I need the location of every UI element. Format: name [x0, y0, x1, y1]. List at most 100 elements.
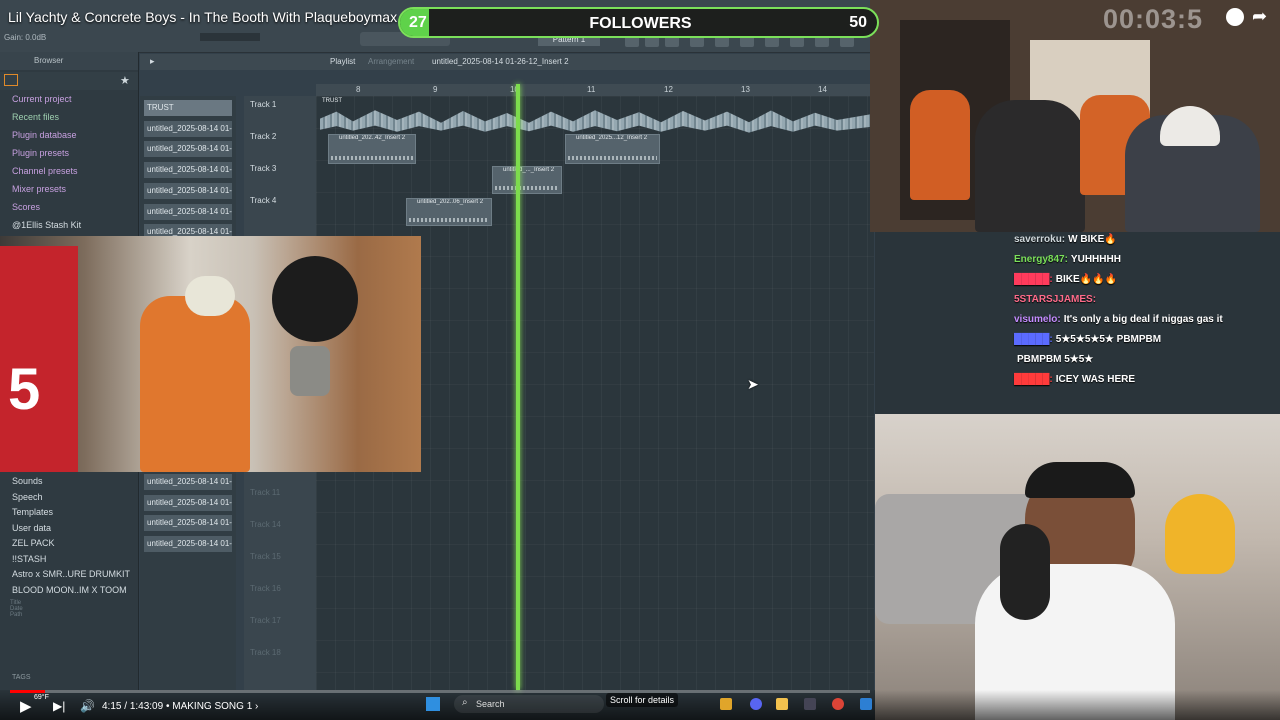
clip-waveform [568, 156, 657, 160]
chat-username[interactable]: saverroku: [1014, 234, 1065, 245]
app-taskbar-icon[interactable] [860, 698, 872, 710]
pattern-item[interactable]: untitled_2025-08-14 01- [144, 182, 232, 199]
app-taskbar-icon[interactable] [804, 698, 816, 710]
master-volume-slider[interactable] [200, 33, 260, 41]
audio-clip[interactable]: untitled_202..06_Insert 2 [406, 198, 492, 226]
audio-clip[interactable]: untitled_202..42_Insert 2 [328, 134, 416, 164]
share-icon[interactable]: ➦ [1252, 6, 1267, 27]
chrome-taskbar-icon[interactable] [832, 698, 844, 710]
taskbar-search-label: Search [476, 699, 505, 709]
folder-taskbar-icon[interactable] [776, 698, 788, 710]
timeline-ruler[interactable]: 8 9 10 11 12 13 14 [316, 84, 874, 96]
browser-item[interactable]: Plugin presets [12, 148, 69, 158]
file-info: Title Date Path [10, 600, 23, 618]
browser-item[interactable]: ZEL PACK [12, 538, 55, 548]
pattern-item[interactable]: untitled_2025-08-14 01- [144, 203, 232, 220]
playlist-header: ▸ Playlist Arrangement untitled_2025-08-… [140, 54, 875, 70]
clip-waveform [331, 156, 413, 160]
clip-label: untitled_202..42_Insert 2 [339, 135, 406, 141]
audio-clip[interactable]: untitled_2025...12_Insert 2 [565, 134, 660, 164]
time-display: 4:15 / 1:43:09 • MAKING SONG 1 › [102, 701, 258, 712]
browser-item[interactable]: Speech [12, 492, 43, 502]
chat-text: PBMPBM 5★5★ [1017, 354, 1094, 365]
chat-username[interactable]: █████: [1014, 274, 1053, 285]
browser-item[interactable]: Current project [12, 94, 72, 104]
play-icon[interactable]: ▸ [150, 56, 155, 67]
play-button-icon[interactable]: ▶ [20, 697, 32, 715]
taskbar-search[interactable]: ⌕ Search [454, 695, 604, 713]
track-header[interactable]: Track 3 [250, 164, 276, 173]
browser-item[interactable]: Channel presets [12, 166, 78, 176]
pattern-item[interactable]: untitled_2025-08-14 01- [144, 162, 232, 179]
person [975, 100, 1085, 232]
pattern-item[interactable]: untitled_2025-08-14 01- [144, 494, 232, 511]
discord-taskbar-icon[interactable] [750, 698, 762, 710]
scroll-for-details[interactable]: Scroll for details [606, 693, 679, 707]
ruler-number: 12 [664, 85, 673, 94]
tags-label: TAGS [12, 674, 31, 681]
black-cap [1025, 462, 1135, 498]
chat-username[interactable]: █████: [1014, 334, 1053, 345]
arrangement-label[interactable]: Arrangement [368, 57, 414, 66]
browser-item[interactable]: @1Ellis Stash Kit [12, 220, 81, 230]
ruler-number: 13 [741, 85, 750, 94]
browser-item[interactable]: Plugin database [12, 130, 77, 140]
browser-header: Browser [0, 52, 138, 70]
chat-message: PBMPBM 5★5★ [1014, 354, 1093, 365]
room-camera-feed [870, 0, 1280, 232]
track-header[interactable]: Track 14 [250, 520, 281, 529]
chat-username[interactable]: Energy847: [1014, 254, 1068, 265]
track-header[interactable]: Track 18 [250, 648, 281, 657]
pattern-item[interactable]: TRUST [144, 100, 232, 116]
chat-message: █████: ICEY WAS HERE [1014, 374, 1135, 385]
chat-username[interactable]: 5STARSJJAMES: [1014, 294, 1096, 305]
pattern-item[interactable]: untitled_2025-08-14 01- [144, 536, 232, 553]
track-header[interactable]: Track 2 [250, 132, 276, 141]
fl-taskbar-icon[interactable] [720, 698, 732, 710]
track-header[interactable]: Track 15 [250, 552, 281, 561]
next-button-icon[interactable]: ▶| [53, 699, 65, 713]
playhead[interactable] [516, 84, 520, 690]
browser-item[interactable]: Astro x SMR..URE DRUMKIT [12, 569, 130, 579]
volume-icon[interactable]: 🔊 [80, 699, 95, 713]
studio-microphone [1000, 524, 1050, 620]
ruler-number: 14 [818, 85, 827, 94]
pattern-item[interactable]: untitled_2025-08-14 01- [144, 515, 232, 532]
browser-item[interactable]: User data [12, 523, 51, 533]
browser-item[interactable]: Sounds [12, 476, 43, 486]
video-progress-fill [10, 690, 46, 693]
chat-username[interactable]: █████: [1014, 374, 1053, 385]
chapter-arrow[interactable]: › [255, 701, 258, 712]
ruler-number: 8 [356, 85, 361, 94]
studio-camera-feed: 5 [0, 236, 421, 472]
browser-item[interactable]: BLOOD MOON..IM X TOOM [12, 585, 127, 595]
weather-badge: 69°F [34, 694, 49, 701]
browser-options-icon[interactable] [4, 74, 18, 86]
track-header[interactable]: Track 17 [250, 616, 281, 625]
audio-clip[interactable]: untitled_..._Insert 2 [492, 166, 562, 194]
star-icon[interactable]: ★ [120, 74, 130, 87]
chat-overlay: saverroku: W BIKE🔥 Energy847: YUHHHHH █████:… [1010, 232, 1280, 414]
windows-start-icon[interactable] [426, 697, 440, 711]
pattern-item[interactable]: untitled_2025-08-14 01- [144, 120, 232, 137]
track-header[interactable]: Track 4 [250, 196, 276, 205]
clock-icon[interactable] [1226, 8, 1244, 26]
browser-item[interactable]: Recent files [12, 112, 59, 122]
gain-readout: Gain: 0.0dB [4, 33, 47, 42]
chapter-title[interactable]: MAKING SONG 1 [172, 701, 252, 712]
chat-message: saverroku: W BIKE🔥 [1014, 234, 1117, 245]
pattern-item[interactable]: untitled_2025-08-14 01- [144, 474, 232, 490]
chat-username[interactable]: visumelo: [1014, 314, 1061, 325]
mouse-cursor-icon: ➤ [747, 376, 759, 392]
person [910, 90, 970, 200]
track-header[interactable]: Track 16 [250, 584, 281, 593]
browser-item[interactable]: Mixer presets [12, 184, 66, 194]
browser-item[interactable]: Templates [12, 507, 53, 517]
video-title[interactable]: Lil Yachty & Concrete Boys - In The Boot… [8, 9, 397, 25]
pattern-item[interactable]: untitled_2025-08-14 01- [144, 141, 232, 158]
browser-item[interactable]: Scores [12, 202, 40, 212]
track-header[interactable]: Track 1 [250, 100, 276, 109]
browser-item[interactable]: !!STASH [12, 554, 46, 564]
track-header[interactable]: Track 11 [250, 488, 280, 497]
ruler-number: 11 [587, 85, 596, 94]
